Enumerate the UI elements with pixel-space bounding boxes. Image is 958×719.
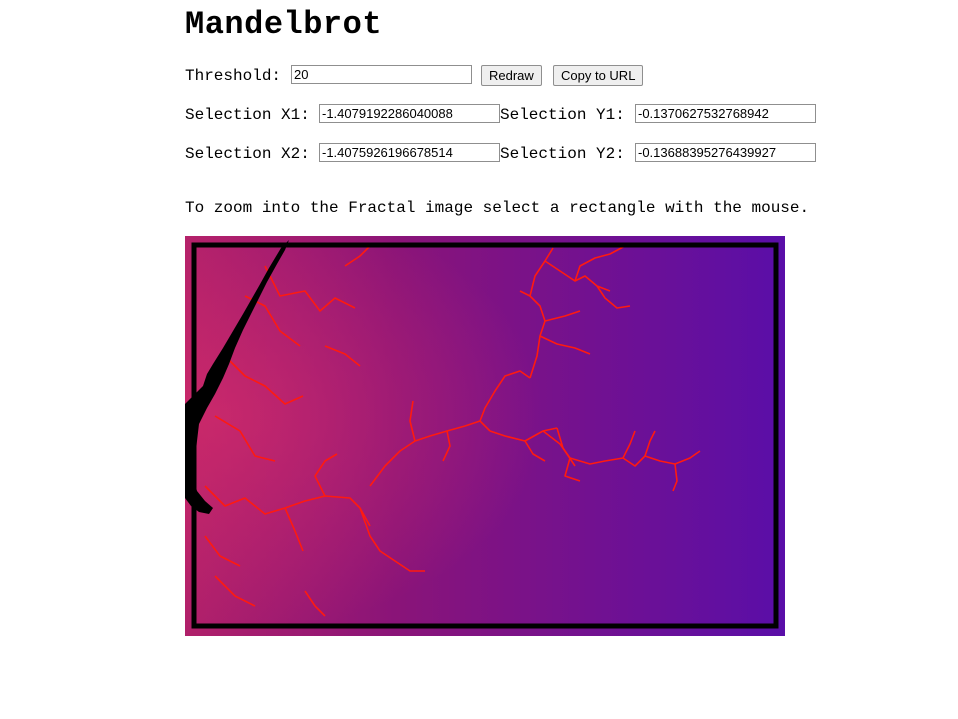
threshold-input[interactable]: [291, 65, 472, 84]
zoom-hint: To zoom into the Fractal image select a …: [185, 199, 810, 217]
fractal-glow: [185, 236, 785, 636]
redraw-button[interactable]: Redraw: [481, 65, 542, 86]
copy-to-url-button[interactable]: Copy to URL: [553, 65, 644, 86]
page-title: Mandelbrot: [185, 6, 383, 43]
selection-x2-label: Selection X2:: [185, 145, 310, 163]
selection-y1-label: Selection Y1:: [500, 106, 625, 124]
selection-x2-input[interactable]: [319, 143, 500, 162]
selection-x1-label: Selection X1:: [185, 106, 310, 124]
selection-y1-input[interactable]: [635, 104, 816, 123]
selection-y2-input[interactable]: [635, 143, 816, 162]
fractal-canvas[interactable]: [185, 236, 785, 636]
selection-x1-input[interactable]: [319, 104, 500, 123]
selection-y2-label: Selection Y2:: [500, 145, 625, 163]
threshold-label: Threshold:: [185, 67, 282, 85]
